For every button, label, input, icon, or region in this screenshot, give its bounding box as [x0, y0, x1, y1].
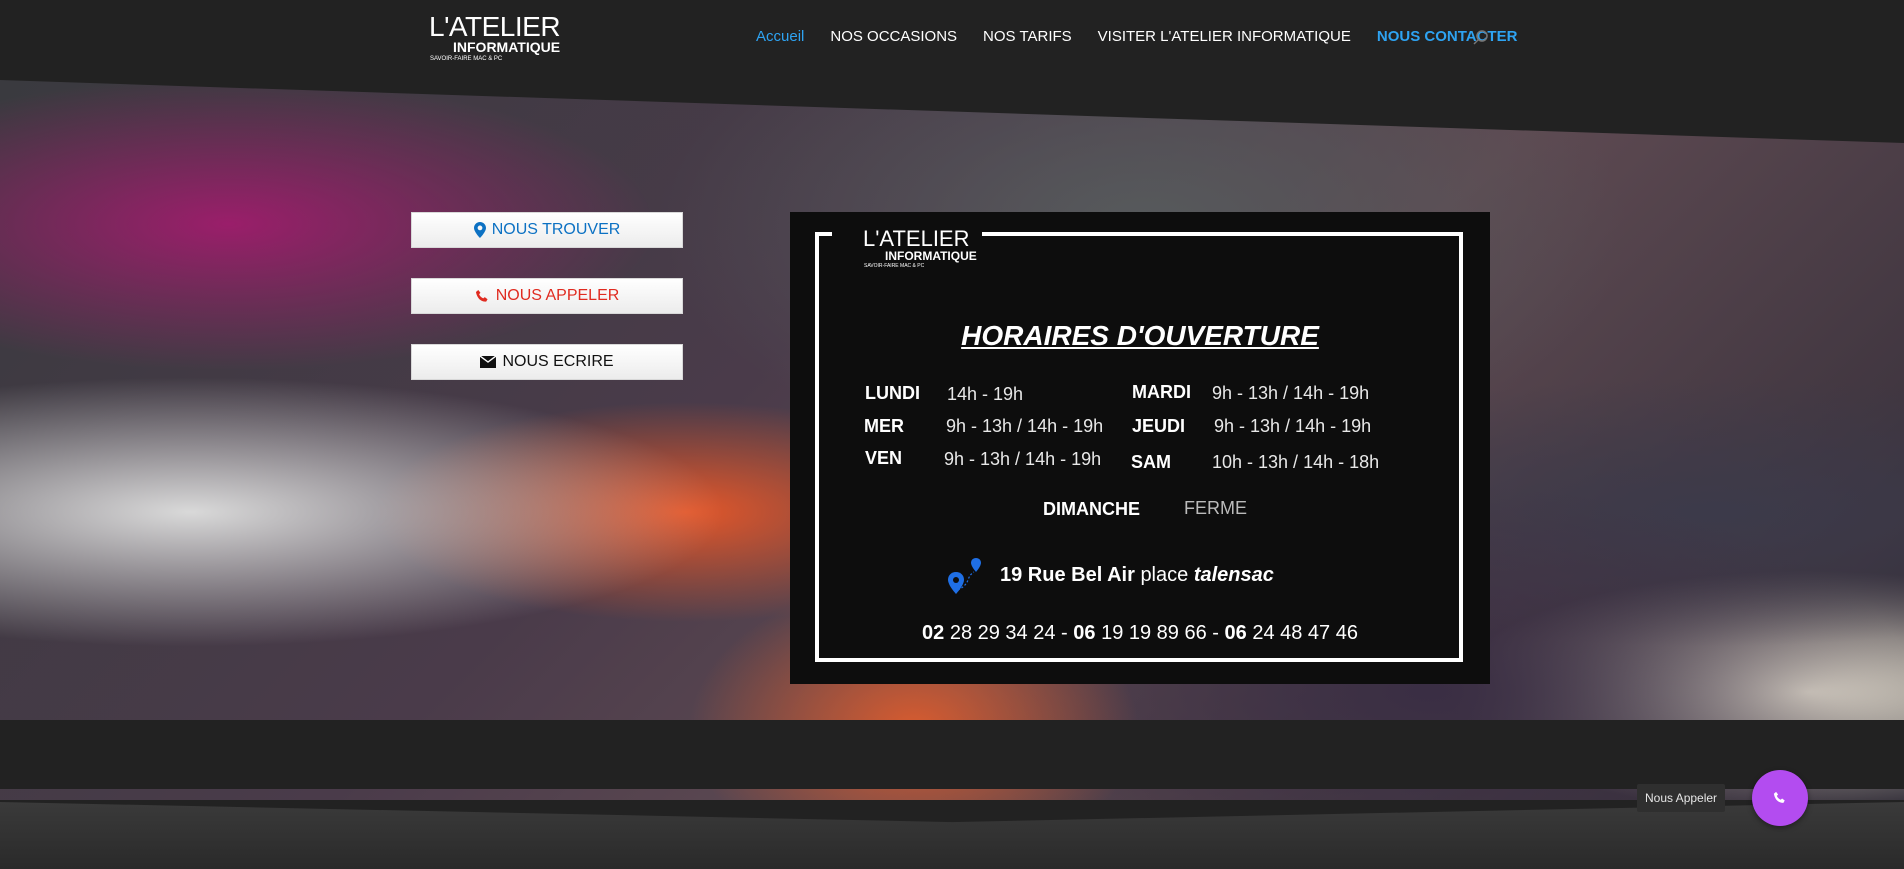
card-frame — [815, 232, 1463, 662]
phone-2-prefix: 06 — [1073, 622, 1096, 644]
hero-top-divider — [0, 80, 1904, 143]
hours-mardi: 9h - 13h / 14h - 19h — [1212, 383, 1370, 403]
search-icon[interactable] — [1472, 29, 1490, 47]
card-logo: L'ATELIER INFORMATIQUE SAVOIR-FAIRE MAC … — [863, 227, 983, 277]
hours-lundi: 14h - 19h — [947, 384, 1024, 404]
location-pin-icon — [948, 558, 981, 594]
site-header: L'ATELIER INFORMATIQUE SAVOIR-FAIRE MAC … — [0, 0, 1904, 80]
opening-hours-title: HORAIRES D'OUVERTURE — [961, 320, 1319, 351]
hours-dimanche: FERME — [1184, 498, 1247, 518]
card-logo-subtitle: INFORMATIQUE — [885, 249, 977, 263]
address: 19 Rue Bel Air place talensac — [1000, 564, 1274, 587]
day-mer: MER — [864, 416, 904, 436]
hours-jeudi: 9h - 13h / 14h - 19h — [1214, 416, 1372, 436]
day-dimanche: DIMANCHE — [1043, 499, 1140, 519]
call-us-label: NOUS APPELER — [495, 287, 620, 304]
phone-2: 19 19 89 66 — [1095, 622, 1207, 644]
phone-1-prefix: 02 — [922, 622, 945, 644]
map-pin-icon — [473, 222, 486, 238]
phone-icon — [475, 289, 488, 302]
logo-tagline: SAVOIR-FAIRE MAC & PC — [430, 56, 503, 62]
nav-item-contact[interactable]: NOUS CONTACTER — [1377, 28, 1518, 45]
floating-call-button[interactable] — [1752, 770, 1808, 826]
nav-item-accueil[interactable]: Accueil — [756, 28, 804, 45]
day-mardi: MARDI — [1132, 382, 1191, 402]
write-us-button[interactable]: NOUS ECRIRE — [411, 344, 683, 380]
phone-3: 24 48 47 46 — [1246, 622, 1358, 644]
call-tooltip: Nous Appeler — [1637, 784, 1726, 812]
nav-item-tarifs[interactable]: NOS TARIFS — [983, 28, 1072, 45]
day-ven: VEN — [865, 448, 903, 468]
find-us-label: NOUS TROUVER — [491, 221, 621, 238]
phone-3-prefix: 06 — [1224, 622, 1247, 644]
card-logo-title: L'ATELIER — [863, 226, 970, 251]
day-sam: SAM — [1131, 452, 1171, 472]
call-us-button[interactable]: NOUS APPELER — [411, 278, 683, 314]
day-lundi: LUNDI — [865, 383, 920, 403]
logo-subtitle: INFORMATIQUE — [453, 39, 561, 55]
phone-icon — [1773, 791, 1785, 803]
site-logo[interactable]: L'ATELIER INFORMATIQUE SAVOIR-FAIRE MAC … — [429, 12, 569, 64]
nav-item-occasions[interactable]: NOS OCCASIONS — [830, 28, 957, 45]
logo-title: L'ATELIER — [429, 11, 561, 42]
hours-mer: 9h - 13h / 14h - 19h — [946, 416, 1104, 436]
opening-hours-card: L'ATELIER INFORMATIQUE SAVOIR-FAIRE MAC … — [790, 212, 1490, 684]
address-city: talensac — [1193, 564, 1274, 586]
write-us-label: NOUS ECRIRE — [502, 353, 614, 370]
nav-item-visiter[interactable]: VISITER L'ATELIER INFORMATIQUE — [1098, 28, 1351, 45]
hours-sam: 10h - 13h / 14h - 18h — [1212, 452, 1380, 472]
phone-numbers: 02 28 29 34 24 - 06 19 19 89 66 - 06 24 … — [922, 622, 1358, 644]
envelope-icon — [480, 356, 497, 368]
phone-1: 28 29 34 24 — [944, 622, 1056, 644]
address-street: 19 Rue Bel Air — [1000, 564, 1135, 586]
address-place: place — [1140, 564, 1189, 586]
hero-bottom-divider — [0, 720, 1904, 789]
card-logo-tagline: SAVOIR-FAIRE MAC & PC — [864, 263, 925, 269]
find-us-button[interactable]: NOUS TROUVER — [411, 212, 683, 248]
day-jeudi: JEUDI — [1132, 416, 1186, 436]
main-nav: Accueil NOS OCCASIONS NOS TARIFS VISITER… — [756, 28, 1543, 45]
next-section — [0, 802, 1904, 869]
hours-ven: 9h - 13h / 14h - 19h — [944, 449, 1102, 469]
